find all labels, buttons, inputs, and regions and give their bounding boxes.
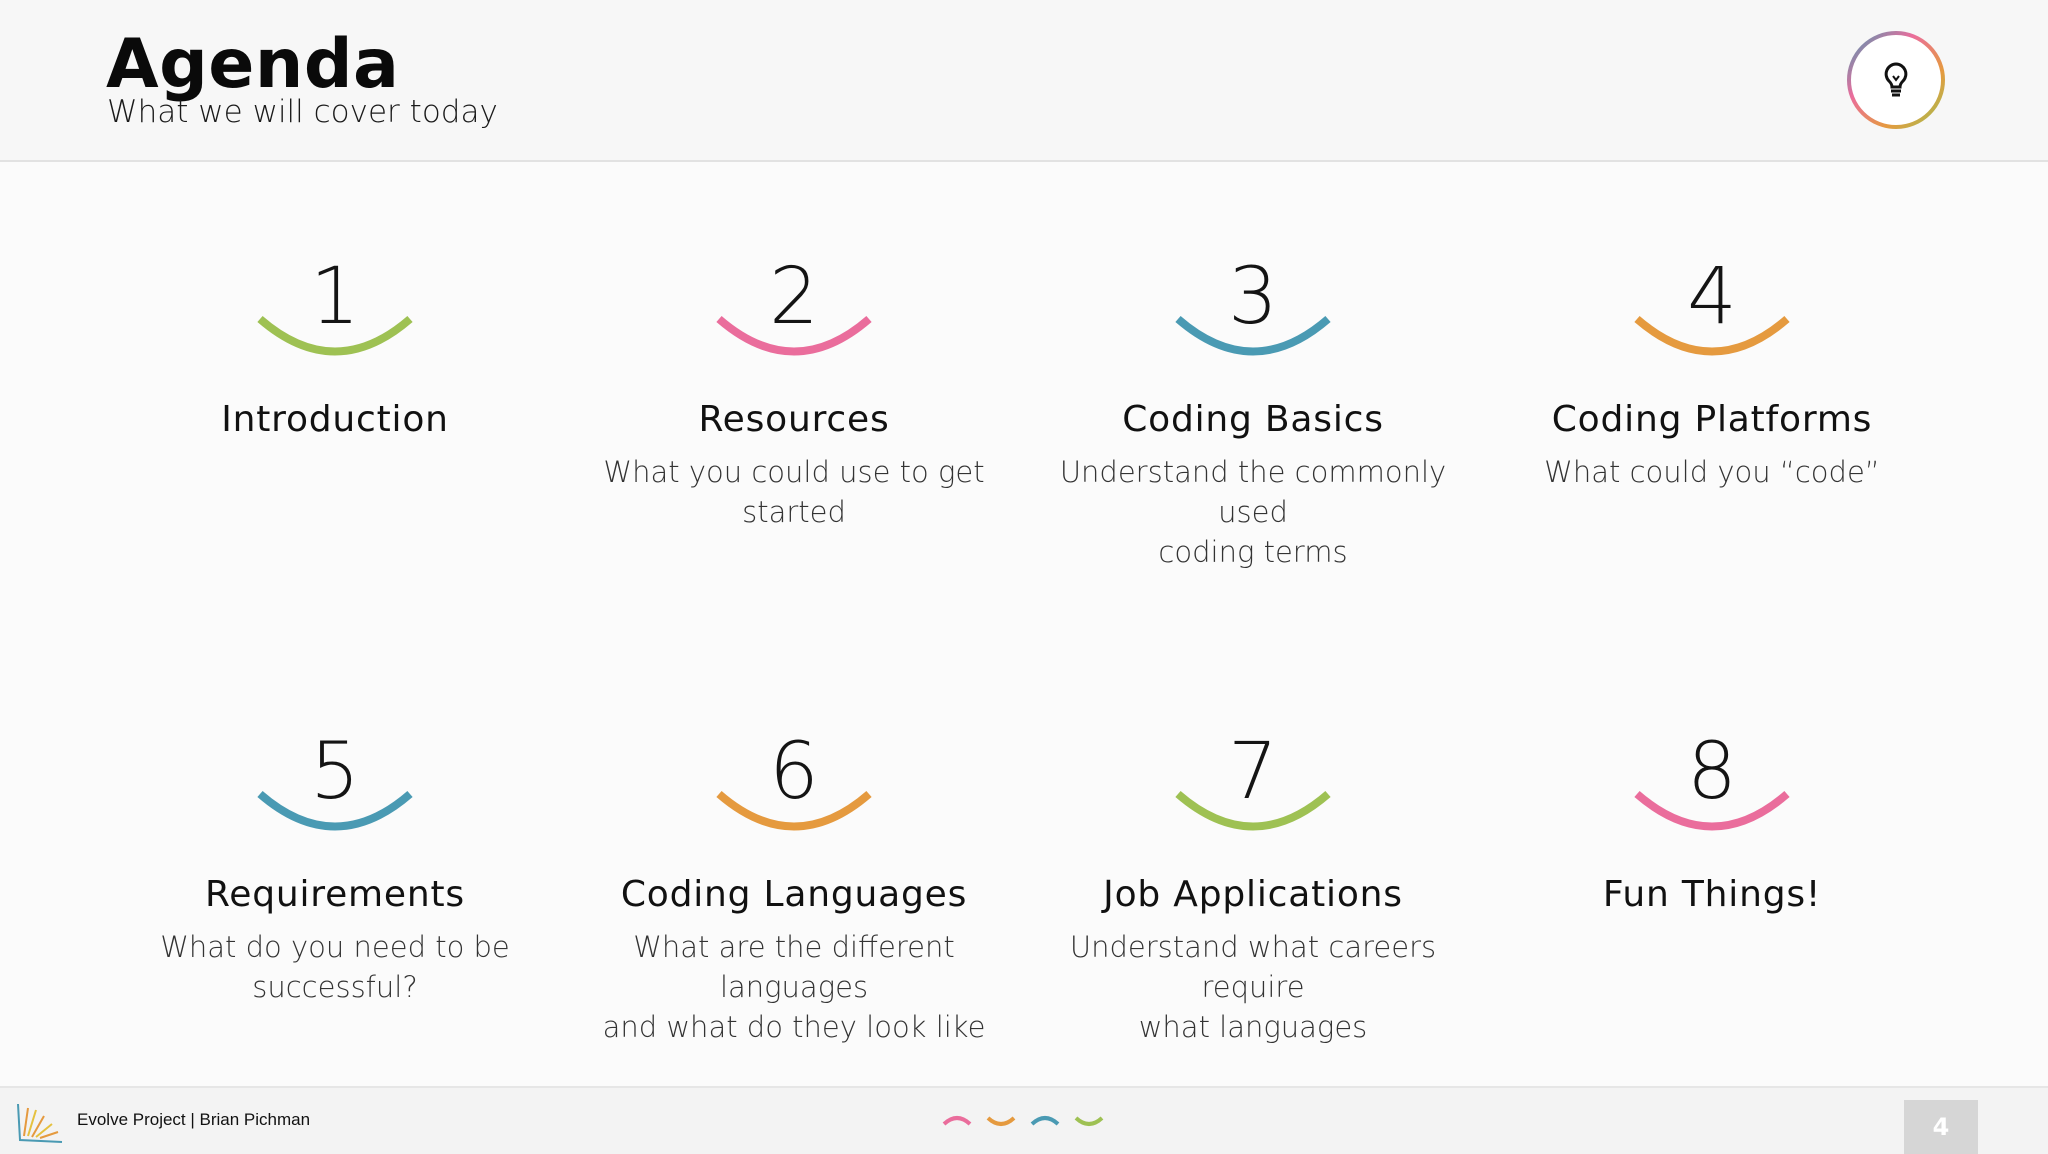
item-title: Coding Languages (620, 874, 968, 915)
smile-arc-icon (257, 315, 413, 356)
item-title: Fun Things! (1602, 874, 1822, 915)
agenda-item-job-applications: 7 Job Applications Understand what caree… (1023, 727, 1483, 1044)
smile-arc-icon (716, 315, 872, 356)
item-title: Job Applications (1103, 874, 1403, 915)
item-title: Coding Platforms (1551, 399, 1873, 440)
item-description: What do you need to be successful? (160, 930, 510, 1004)
agenda-item-fun-things: 8 Fun Things! (1482, 727, 1942, 1027)
smile-arc-icon (1634, 790, 1790, 831)
slide-header: Agenda What we will cover today (0, 0, 2048, 162)
decorative-arcs-icon (942, 1116, 1104, 1126)
smile-arc-icon (1175, 790, 1331, 831)
item-description: Understand what careers require what lang… (1069, 930, 1437, 1044)
agenda-item-coding-languages: 6 Coding Languages What are the differen… (564, 727, 1024, 1044)
agenda-item-resources: 2 Resources What you could use to get st… (564, 252, 1024, 552)
agenda-item-requirements: 5 Requirements What do you need to be suc… (105, 727, 565, 1027)
smile-arc-icon (1175, 315, 1331, 356)
page-number: 4 (1904, 1100, 1978, 1154)
smile-arc-icon (257, 790, 413, 831)
item-description: What are the different languages and what… (602, 930, 986, 1044)
lightbulb-icon (1847, 31, 1945, 129)
item-title: Requirements (205, 874, 465, 915)
slide-subtitle: What we will cover today (107, 94, 498, 130)
item-description: What could you “code” (1544, 455, 1880, 489)
agenda-item-introduction: 1 Introduction (105, 252, 565, 552)
slide-footer: Evolve Project | Brian Pichman 4 (0, 1086, 2048, 1154)
book-logo-icon (17, 1103, 63, 1143)
item-title: Coding Basics (1122, 399, 1384, 440)
item-title: Resources (698, 399, 890, 440)
smile-arc-icon (716, 790, 872, 831)
agenda-item-coding-platforms: 4 Coding Platforms What could you “code” (1482, 252, 1942, 552)
smile-arc-icon (1634, 315, 1790, 356)
item-description: What you could use to get started (603, 455, 985, 529)
item-description: Understand the commonly used coding terms (1059, 455, 1447, 569)
footer-credit: Evolve Project | Brian Pichman (77, 1110, 311, 1129)
item-title: Introduction (221, 399, 449, 440)
agenda-item-coding-basics: 3 Coding Basics Understand the commonly … (1023, 252, 1483, 569)
